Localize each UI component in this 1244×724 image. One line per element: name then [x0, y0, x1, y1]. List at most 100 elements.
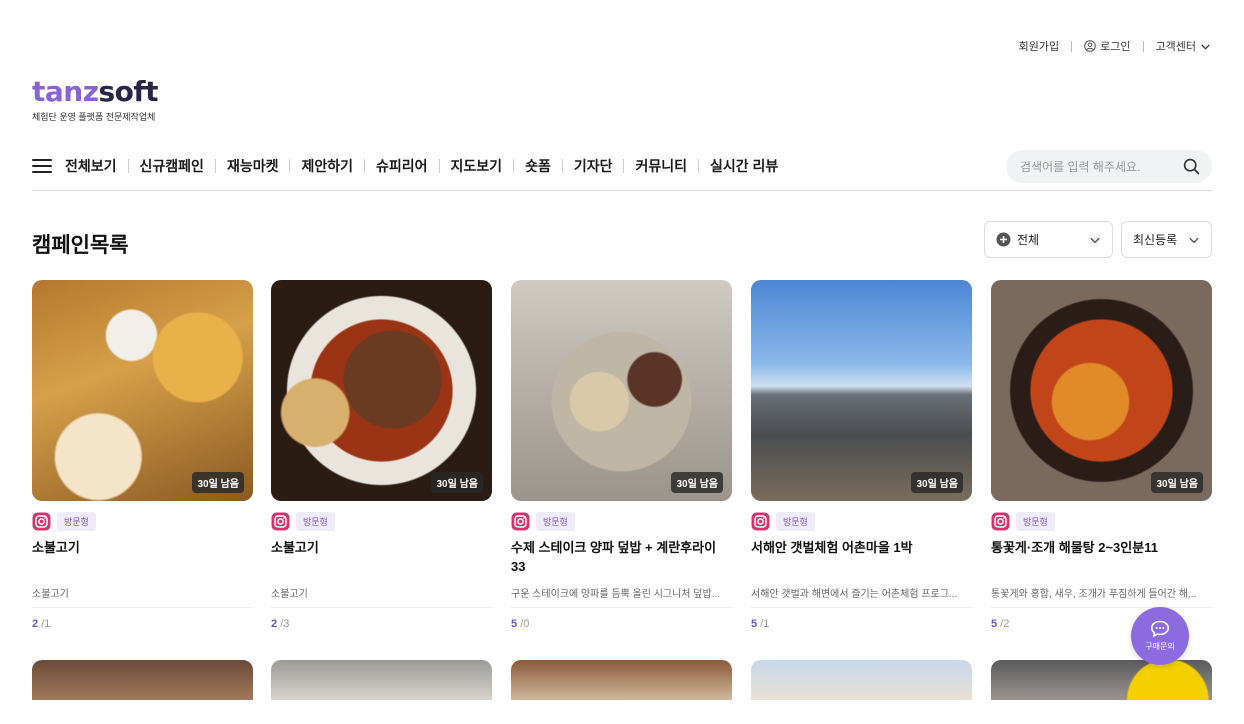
chevron-down-icon	[1189, 237, 1199, 243]
campaign-type-badge: 방문형	[57, 512, 96, 531]
campaign-thumbnail-partial[interactable]	[32, 660, 253, 700]
recruit-total: /2	[1000, 618, 1010, 630]
support-label: 고객센터	[1155, 41, 1196, 53]
nav-divider	[513, 159, 515, 173]
sort-label: 최신등록	[1133, 233, 1178, 247]
user-circle-icon	[1084, 40, 1096, 52]
category-filter-dropdown[interactable]: 전체	[984, 221, 1113, 258]
campaign-card[interactable]: 30일 남음 방문형 통꽃게·조개 해물탕 2~3인분11 통꽃게와 홍합, 새…	[991, 280, 1212, 630]
campaign-thumbnail[interactable]: 30일 남음	[511, 280, 732, 501]
nav-item-talent-market[interactable]: 재능마켓	[227, 156, 279, 176]
nav-divider	[438, 159, 440, 173]
days-left-badge: 30일 남음	[911, 472, 963, 493]
campaign-description: 통꽃게와 홍합, 새우, 조개가 푸짐하게 들어간 해...	[991, 585, 1212, 608]
main-nav: 전체보기 신규캠페인 재능마켓 제안하기 슈피리어 지도보기 숏폼 기자단 커뮤…	[32, 150, 778, 182]
applied-count: 5	[511, 618, 518, 630]
logo-wordmark: tanzsoft	[32, 76, 158, 108]
instagram-icon	[991, 512, 1010, 531]
page-title: 캠페인목록	[32, 234, 129, 257]
recruit-total: /1	[41, 618, 51, 630]
campaign-description: 서해안 갯벌과 해변에서 즐기는 어촌체험 프로그...	[751, 585, 972, 608]
plus-circle-icon	[996, 232, 1011, 247]
logo-part-soft: soft	[98, 75, 159, 108]
util-divider	[1071, 40, 1073, 52]
login-label: 로그인	[1100, 41, 1131, 53]
nav-item-propose[interactable]: 제안하기	[301, 156, 353, 176]
recruit-total: /1	[760, 618, 770, 630]
nav-item-new-campaign[interactable]: 신규캠페인	[140, 156, 204, 176]
applicant-count: 5 /1	[751, 618, 972, 630]
nav-item-all[interactable]: 전체보기	[65, 156, 117, 176]
recruit-total: /3	[280, 618, 290, 630]
days-left-badge: 30일 남음	[1151, 472, 1203, 493]
nav-divider	[364, 159, 365, 173]
campaign-thumbnail[interactable]: 30일 남음	[32, 280, 253, 501]
campaign-thumbnail[interactable]: 30일 남음	[271, 280, 492, 501]
category-filter-label: 전체	[1017, 233, 1040, 247]
campaign-thumbnail-partial[interactable]	[751, 660, 972, 700]
campaign-thumbnail[interactable]: 30일 남음	[751, 280, 972, 501]
campaign-thumbnail-partial[interactable]	[511, 660, 732, 700]
instagram-icon	[751, 512, 770, 531]
utility-nav: 회원가입 로그인 고객센터	[1019, 38, 1211, 54]
campaign-card[interactable]: 30일 남음 방문형 서해안 갯벌체험 어촌마을 1박 서해안 갯벌과 해변에서…	[751, 280, 972, 630]
recruit-total: /0	[520, 618, 530, 630]
applied-count: 2	[271, 618, 278, 630]
search-icon[interactable]	[1183, 158, 1200, 175]
campaign-description: 소불고기	[32, 585, 253, 608]
campaign-thumbnail-partial[interactable]	[991, 660, 1212, 700]
days-left-badge: 30일 남음	[192, 472, 244, 493]
chevron-down-icon	[1201, 43, 1210, 50]
chat-bubble-icon	[1150, 620, 1170, 638]
nav-divider	[214, 159, 216, 173]
search-input[interactable]	[1020, 159, 1183, 174]
campaign-title[interactable]: 수제 스테이크 양파 덮밥 + 계란후라이 33	[511, 538, 732, 576]
campaign-card[interactable]: 30일 남음 방문형 소불고기 소불고기 2 /1	[32, 280, 253, 630]
header-divider	[32, 190, 1212, 191]
campaign-title[interactable]: 소불고기	[271, 538, 492, 576]
applicant-count: 2 /1	[32, 618, 253, 630]
applied-count: 5	[991, 618, 998, 630]
chevron-down-icon	[1090, 237, 1100, 243]
sort-dropdown[interactable]: 최신등록	[1121, 221, 1212, 258]
campaign-type-badge: 방문형	[536, 512, 575, 531]
search-bar	[1006, 150, 1212, 183]
campaign-title[interactable]: 소불고기	[32, 538, 253, 576]
campaign-type-badge: 방문형	[1016, 512, 1055, 531]
nav-divider	[127, 159, 129, 173]
campaign-description: 소불고기	[271, 585, 492, 608]
logo-tagline: 체험단 운영 플랫폼 전문제작업체	[32, 112, 156, 122]
campaign-thumbnail[interactable]: 30일 남음	[991, 280, 1212, 501]
campaign-title[interactable]: 서해안 갯벌체험 어촌마을 1박	[751, 538, 972, 576]
purchase-inquiry-button[interactable]: 구매문의	[1131, 607, 1189, 665]
nav-item-reporters[interactable]: 기자단	[574, 156, 613, 176]
purchase-inquiry-label: 구매문의	[1145, 642, 1175, 651]
hamburger-menu-icon[interactable]	[32, 159, 52, 173]
logo-part-tanz: tanz	[32, 75, 99, 108]
campaign-title[interactable]: 통꽃게·조개 해물탕 2~3인분11	[991, 538, 1212, 576]
nav-divider	[698, 159, 699, 173]
nav-divider	[561, 159, 563, 173]
nav-item-map[interactable]: 지도보기	[451, 156, 503, 176]
applicant-count: 5 /0	[511, 618, 732, 630]
nav-item-live-review[interactable]: 실시간 리뷰	[710, 156, 778, 176]
instagram-icon	[32, 512, 51, 531]
util-divider	[1142, 40, 1144, 52]
applied-count: 2	[32, 618, 39, 630]
support-dropdown[interactable]: 고객센터	[1156, 38, 1211, 54]
nav-divider	[623, 159, 625, 173]
applicant-count: 2 /3	[271, 618, 492, 630]
signup-link[interactable]: 회원가입	[1019, 38, 1059, 54]
campaign-card[interactable]: 30일 남음 방문형 소불고기 소불고기 2 /3	[271, 280, 492, 630]
campaign-thumbnail-partial[interactable]	[271, 660, 492, 700]
nav-item-shortform[interactable]: 숏폼	[525, 156, 551, 176]
campaign-card[interactable]: 30일 남음 방문형 수제 스테이크 양파 덮밥 + 계란후라이 33 구운 스…	[511, 280, 732, 630]
days-left-badge: 30일 남음	[431, 472, 483, 493]
instagram-icon	[271, 512, 290, 531]
nav-item-community[interactable]: 커뮤니티	[635, 156, 687, 176]
login-link[interactable]: 로그인	[1084, 38, 1131, 54]
nav-item-superior[interactable]: 슈피리어	[376, 156, 428, 176]
applied-count: 5	[751, 618, 758, 630]
site-logo[interactable]: tanzsoft 체험단 운영 플랫폼 전문제작업체	[32, 76, 158, 123]
days-left-badge: 30일 남음	[671, 472, 723, 493]
